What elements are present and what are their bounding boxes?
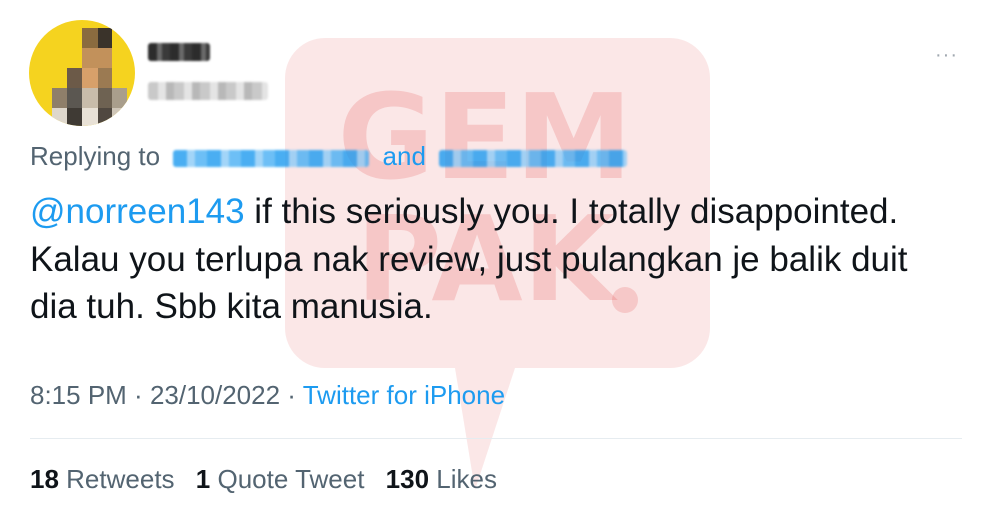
mention-link[interactable]: @norreen143 — [30, 192, 245, 231]
divider — [30, 438, 962, 439]
quote-tweets-count: 1 — [195, 464, 211, 494]
quote-tweets-label: Quote Tweet — [217, 464, 365, 494]
engagement-stats: 18 Retweets 1 Quote Tweet 130 Likes — [30, 464, 497, 495]
replying-to-and: and — [382, 141, 426, 171]
tweet-date[interactable]: 23/10/2022 — [150, 380, 280, 410]
reply-mention-redacted-1[interactable] — [173, 149, 370, 167]
reply-mention-redacted-2[interactable] — [439, 149, 628, 167]
avatar[interactable] — [29, 20, 135, 126]
likes-stat[interactable]: 130 Likes — [386, 464, 497, 494]
replying-to: Replying to and — [30, 141, 628, 172]
retweets-label: Retweets — [66, 464, 175, 494]
display-name-redacted[interactable] — [148, 43, 210, 61]
retweets-stat[interactable]: 18 Retweets — [30, 464, 175, 494]
meta-separator: · — [280, 380, 303, 410]
replying-to-label: Replying to — [30, 141, 161, 171]
tweet-metadata: 8:15 PM · 23/10/2022 · Twitter for iPhon… — [30, 380, 505, 411]
more-icon[interactable]: ··· — [935, 45, 958, 65]
tweet-text: @norreen143 if this seriously you. I tot… — [30, 188, 930, 331]
tweet-time[interactable]: 8:15 PM — [30, 380, 127, 410]
likes-label: Likes — [436, 464, 497, 494]
svg-text:GEM: GEM — [338, 68, 633, 206]
username-redacted[interactable] — [148, 82, 268, 100]
tweet-source-link[interactable]: Twitter for iPhone — [303, 380, 505, 410]
quote-tweets-stat[interactable]: 1 Quote Tweet — [196, 464, 365, 494]
likes-count: 130 — [385, 464, 430, 494]
retweets-count: 18 — [30, 464, 59, 494]
meta-separator: · — [126, 380, 150, 410]
